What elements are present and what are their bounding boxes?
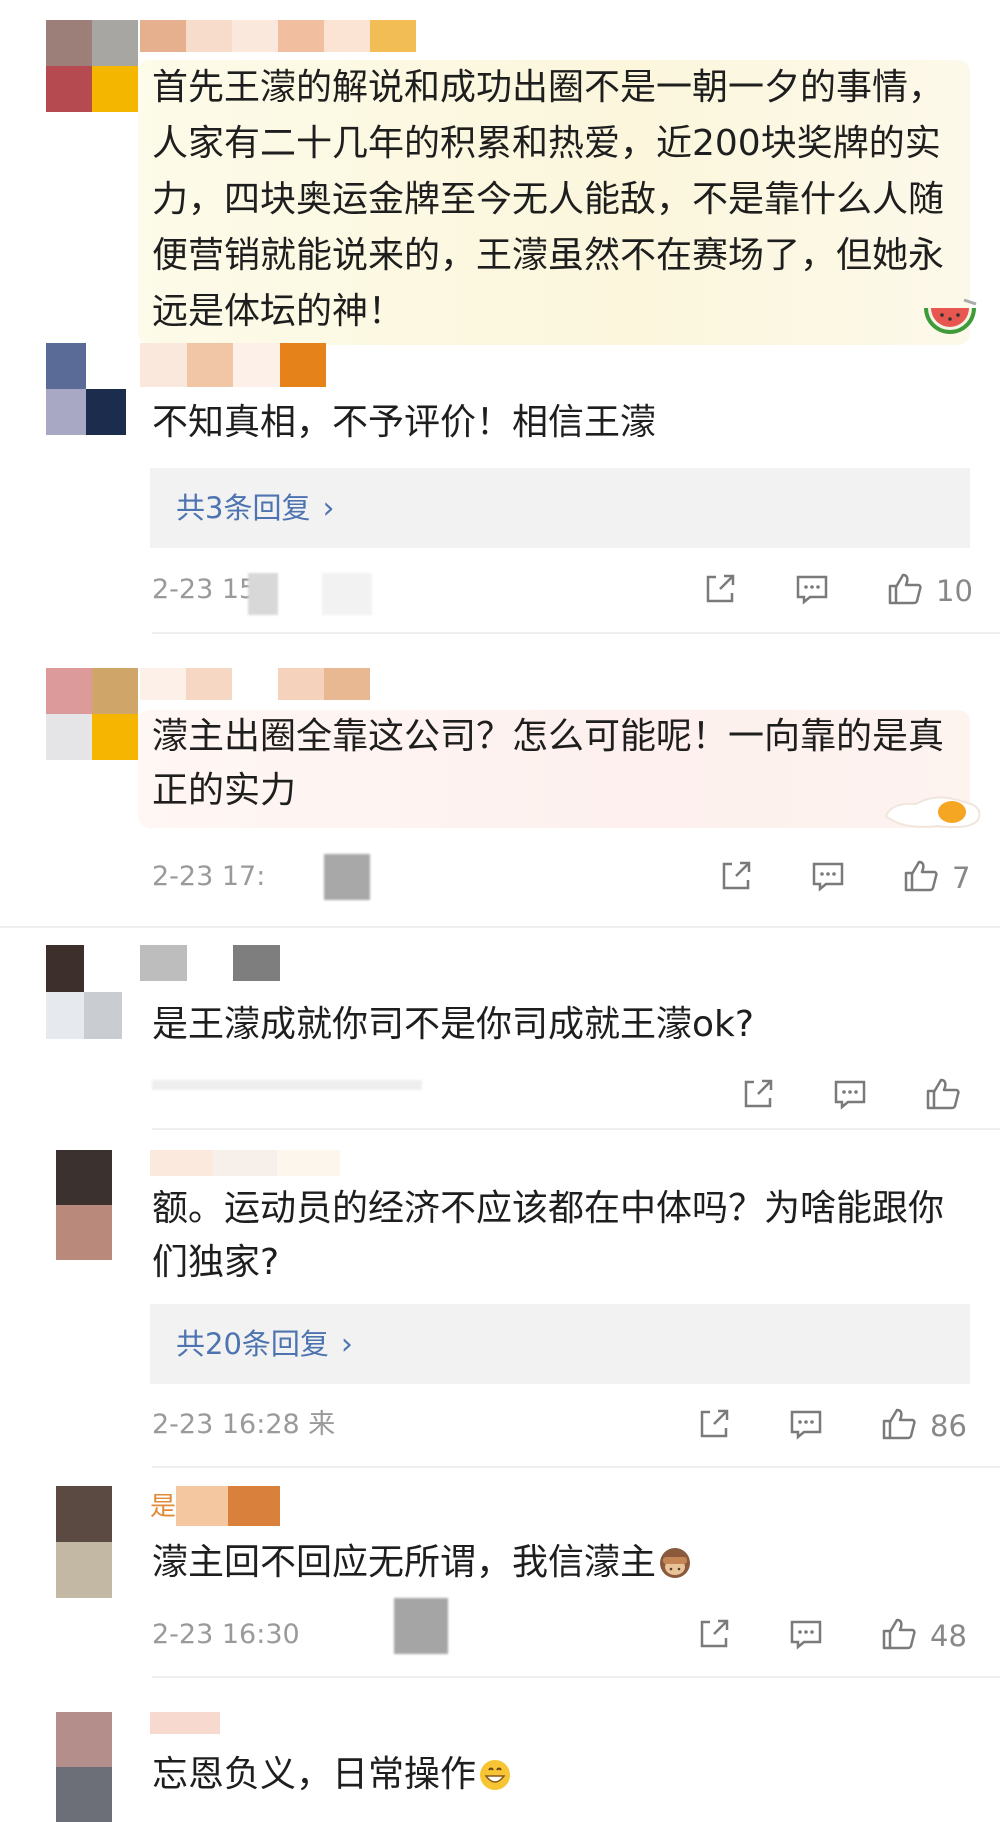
comment-timestamp: 2-23 15 bbox=[152, 574, 257, 605]
username-pixelated[interactable] bbox=[150, 1712, 220, 1734]
avatar[interactable] bbox=[56, 1150, 112, 1260]
fried-egg-emoji-icon bbox=[882, 786, 986, 830]
username-pixelated[interactable] bbox=[140, 668, 370, 700]
comment-timestamp: 2-23 17: bbox=[152, 861, 266, 892]
avatar[interactable] bbox=[46, 668, 138, 760]
comment-icon[interactable] bbox=[788, 1616, 824, 1656]
username-pixelated[interactable] bbox=[140, 343, 326, 387]
comment-icon[interactable] bbox=[832, 1076, 868, 1116]
like-count: 86 bbox=[930, 1409, 967, 1443]
comment-actions bbox=[740, 1076, 962, 1116]
share-icon[interactable] bbox=[740, 1076, 776, 1116]
grinning-face-emoji-icon bbox=[478, 1754, 512, 1808]
comment-timestamp: 2-23 16:30 bbox=[152, 1619, 300, 1650]
divider bbox=[152, 1128, 1000, 1130]
comment-text: 额。运动员的经济不应该都在中体吗？为啥能跟你们独家? bbox=[152, 1188, 945, 1283]
replies-label: 共20条回复 bbox=[176, 1327, 329, 1361]
comment-text: 濛主出圈全靠这公司？怎么可能呢！一向靠的是真正的实力 bbox=[152, 716, 945, 811]
like-icon[interactable] bbox=[880, 1406, 918, 1446]
pixelated-meta bbox=[324, 854, 370, 900]
comment-icon[interactable] bbox=[810, 858, 846, 898]
comment-text: 不知真相，不予评价！相信王濛 bbox=[152, 402, 657, 443]
view-replies-button[interactable]: 共20条回复 › bbox=[150, 1304, 970, 1384]
avatar[interactable] bbox=[56, 1712, 112, 1822]
comment-text-content: 忘恩负义，日常操作 bbox=[152, 1754, 477, 1795]
comment-actions: 10 bbox=[702, 571, 973, 611]
divider bbox=[152, 1466, 1000, 1468]
share-icon[interactable] bbox=[696, 1616, 732, 1656]
see-no-evil-monkey-emoji-icon bbox=[658, 1542, 692, 1596]
replies-label: 共3条回复 bbox=[176, 491, 311, 525]
share-icon[interactable] bbox=[702, 571, 738, 611]
comment-text: 是王濛成就你司不是你司成就王濛ok? bbox=[152, 1004, 754, 1045]
chevron-right-icon: › bbox=[340, 1327, 353, 1362]
comment-actions: 7 bbox=[718, 858, 970, 898]
pixelated-meta bbox=[394, 1598, 448, 1654]
avatar[interactable] bbox=[46, 343, 126, 435]
view-replies-button[interactable]: 共3条回复 › bbox=[150, 468, 970, 548]
pixelated-meta bbox=[152, 1080, 422, 1090]
comment-text: 濛主回不回应无所谓，我信濛主 bbox=[152, 1536, 952, 1596]
like-icon[interactable] bbox=[902, 858, 940, 898]
comment-actions: 86 bbox=[696, 1406, 967, 1446]
username-prefix[interactable]: 是 bbox=[150, 1490, 176, 1524]
comment-icon[interactable] bbox=[794, 571, 830, 611]
chevron-right-icon: › bbox=[322, 491, 335, 526]
like-count: 48 bbox=[930, 1619, 967, 1653]
pixelated-meta bbox=[322, 573, 372, 615]
like-count: 10 bbox=[936, 574, 973, 608]
comment-text: 首先王濛的解说和成功出圈不是一朝一夕的事情，人家有二十几年的积累和热爱，近200… bbox=[152, 67, 945, 332]
comment-text-content: 濛主回不回应无所谓，我信濛主 bbox=[152, 1542, 657, 1583]
share-icon[interactable] bbox=[696, 1406, 732, 1446]
pixelated-meta bbox=[248, 573, 278, 615]
divider bbox=[152, 1676, 1000, 1678]
comment-actions: 48 bbox=[696, 1616, 967, 1656]
comment-text: 忘恩负义，日常操作 bbox=[152, 1748, 952, 1808]
divider bbox=[0, 926, 1000, 928]
username-pixelated[interactable] bbox=[150, 1150, 340, 1176]
username-pixelated[interactable] bbox=[140, 945, 280, 981]
username-pixelated[interactable] bbox=[176, 1486, 280, 1526]
comment-icon[interactable] bbox=[788, 1406, 824, 1446]
comment-timestamp: 2-23 16:28 来 bbox=[152, 1409, 336, 1440]
username-pixelated[interactable] bbox=[140, 20, 416, 52]
avatar[interactable] bbox=[56, 1486, 112, 1598]
like-icon[interactable] bbox=[886, 571, 924, 611]
share-icon[interactable] bbox=[718, 858, 754, 898]
divider bbox=[152, 632, 1000, 634]
avatar[interactable] bbox=[46, 20, 138, 112]
like-icon[interactable] bbox=[924, 1076, 962, 1116]
avatar[interactable] bbox=[46, 945, 122, 1039]
like-count: 7 bbox=[952, 861, 971, 895]
watermelon-emoji-icon bbox=[920, 298, 980, 344]
like-icon[interactable] bbox=[880, 1616, 918, 1656]
